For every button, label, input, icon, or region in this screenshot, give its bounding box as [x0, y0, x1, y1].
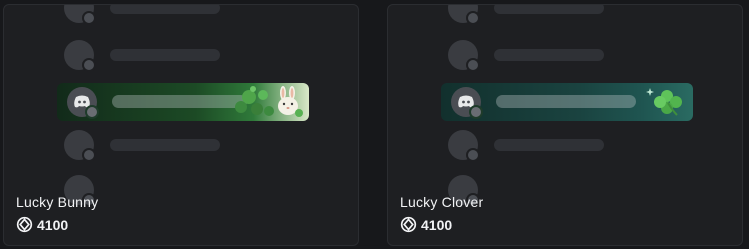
nameplate-lucky-clover [441, 83, 693, 121]
price-value: 4100 [37, 216, 69, 233]
placeholder-row [64, 5, 264, 25]
item-info: Lucky Clover 4100 [400, 193, 483, 233]
placeholder-row [448, 40, 648, 72]
avatar-placeholder [64, 40, 96, 72]
item-info: Lucky Bunny 4100 [16, 193, 98, 233]
avatar-placeholder [448, 40, 480, 72]
avatar-placeholder [64, 5, 96, 25]
shop-card-lucky-clover[interactable]: Lucky Clover 4100 [387, 4, 743, 246]
name-placeholder [110, 5, 220, 14]
orb-icon [16, 216, 33, 233]
name-placeholder [110, 49, 220, 61]
nameplate-preview [4, 5, 358, 207]
name-placeholder [494, 139, 604, 151]
avatar-placeholder [448, 5, 480, 25]
shop-card-lucky-bunny[interactable]: Lucky Bunny 4100 [3, 4, 359, 246]
name-placeholder [494, 49, 604, 61]
nameplate-preview [388, 5, 742, 207]
item-name: Lucky Clover [400, 194, 484, 210]
bunny-icon [235, 86, 303, 117]
item-price: 4100 [400, 216, 483, 233]
name-placeholder [112, 95, 247, 108]
placeholder-row [448, 130, 648, 162]
avatar-placeholder [64, 130, 96, 162]
discord-avatar-icon [451, 87, 483, 119]
clover-icon [646, 88, 682, 116]
discord-avatar-icon [67, 87, 99, 119]
placeholder-row [64, 130, 264, 162]
orb-icon [400, 216, 417, 233]
name-placeholder [496, 95, 636, 108]
name-placeholder [110, 139, 220, 151]
placeholder-row [64, 40, 264, 72]
price-value: 4100 [421, 216, 453, 233]
avatar-placeholder [448, 130, 480, 162]
placeholder-row [448, 5, 648, 25]
shop-grid: Lucky Bunny 4100 Lucky Clover 4100 [0, 0, 749, 249]
item-price: 4100 [16, 216, 98, 233]
nameplate-lucky-bunny [57, 83, 309, 121]
name-placeholder [494, 5, 604, 14]
item-name: Lucky Bunny [16, 194, 99, 210]
